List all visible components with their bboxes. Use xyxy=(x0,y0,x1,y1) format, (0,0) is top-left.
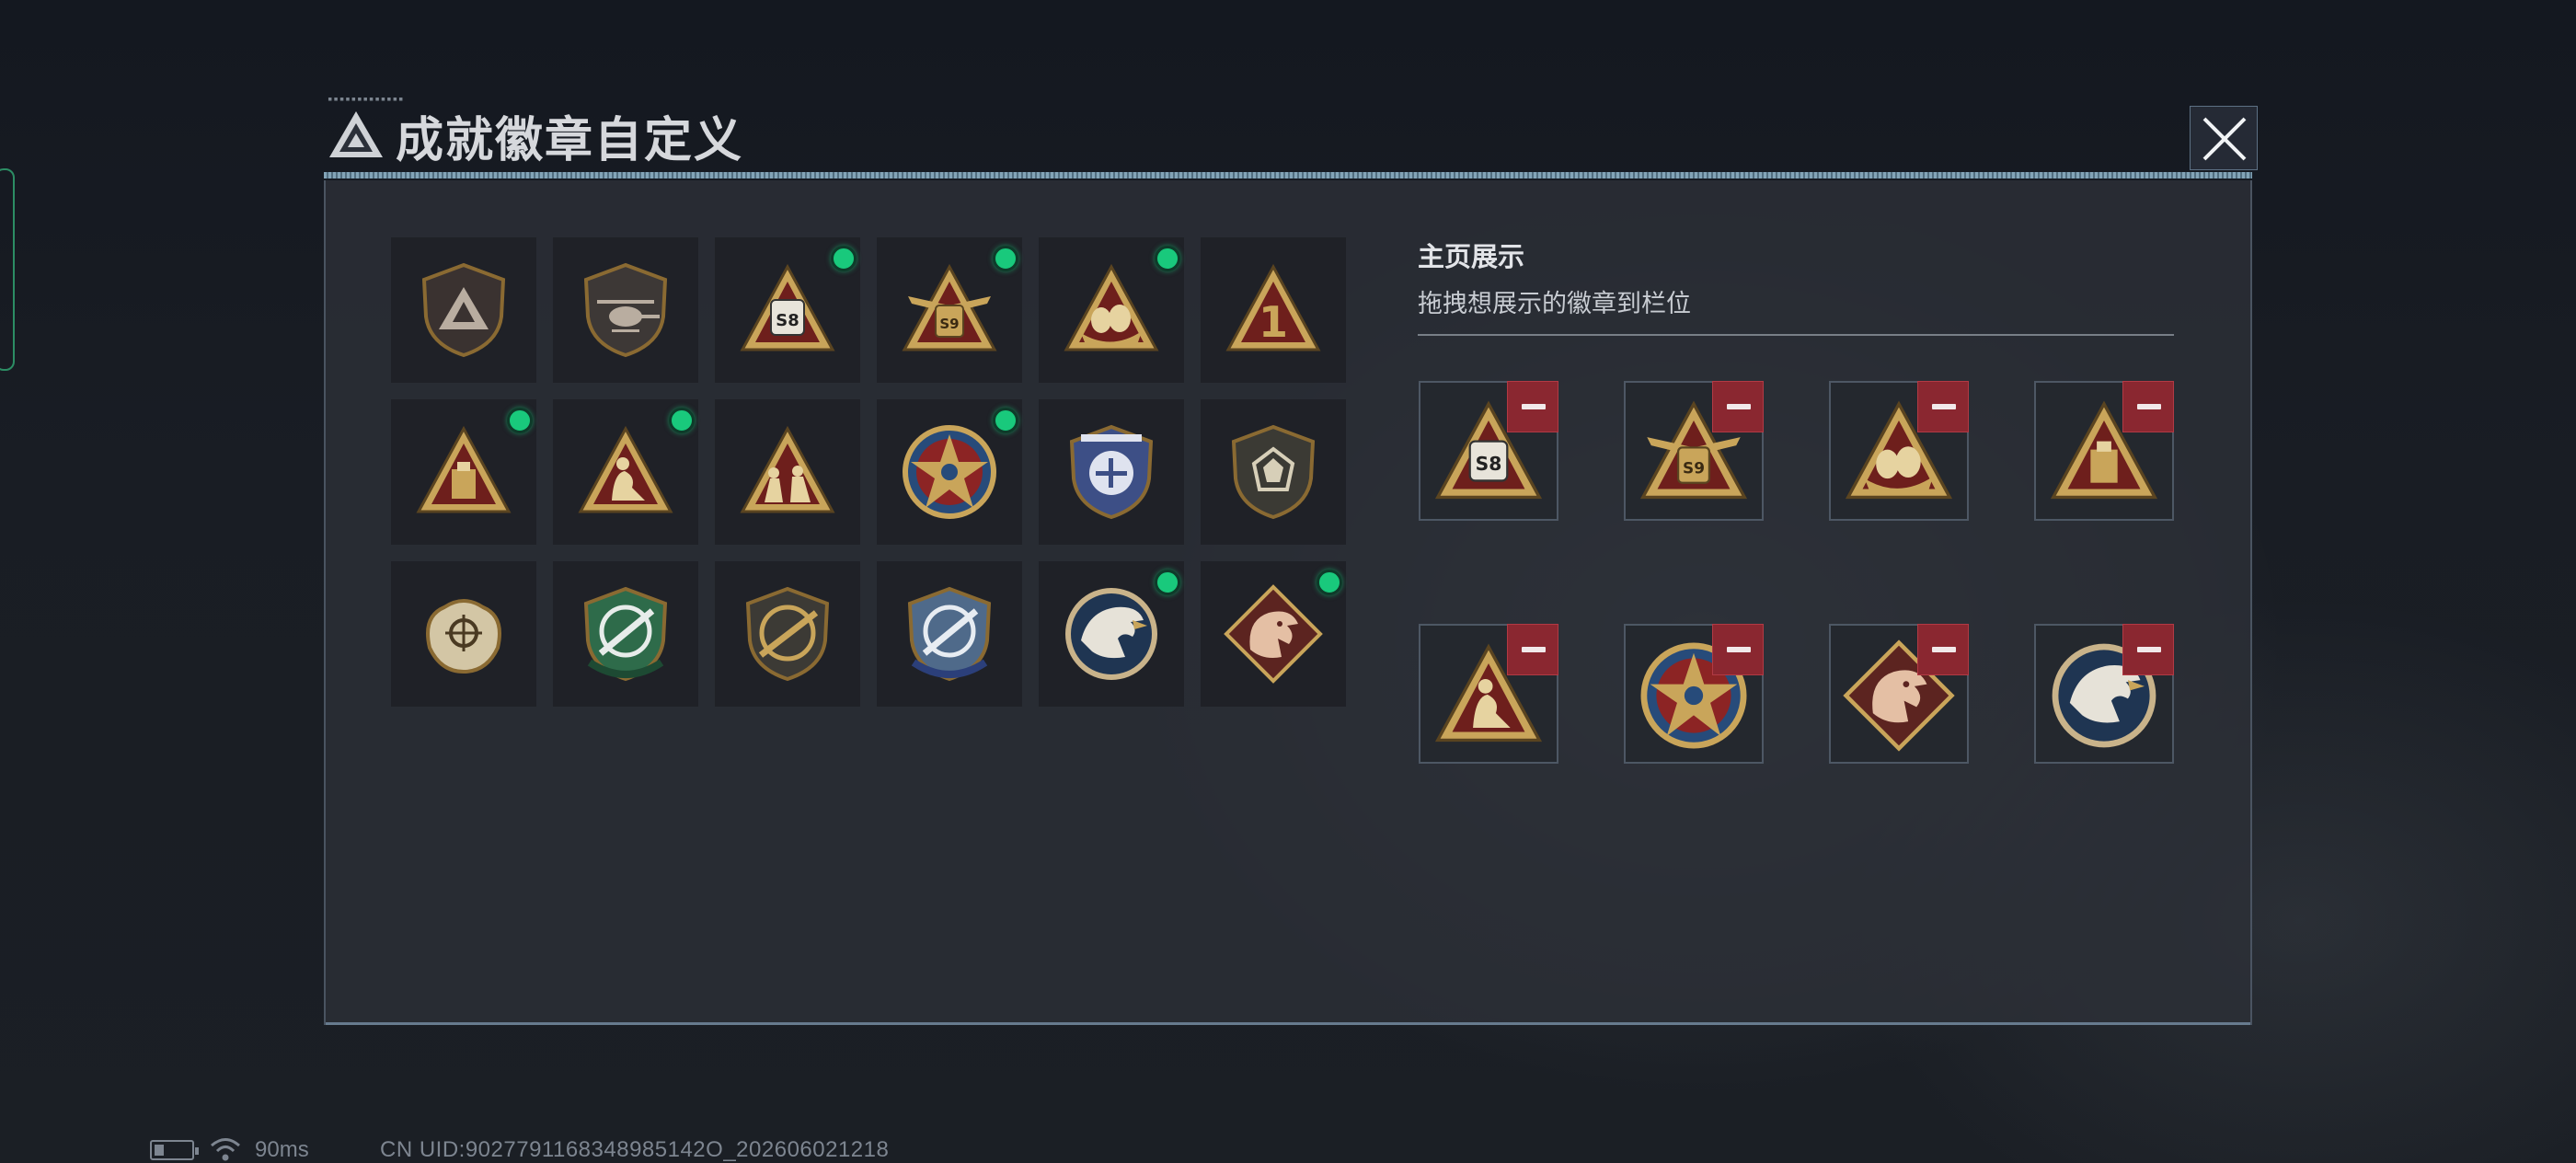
showcase-divider xyxy=(1418,334,2174,336)
badge-tile[interactable] xyxy=(391,399,536,545)
remove-badge-button[interactable] xyxy=(1917,381,1969,432)
kneeling-soldier-triangle-badge-icon xyxy=(578,425,673,513)
blue-rifle-shield-badge-icon xyxy=(907,586,992,682)
showcase-header: 主页展示 拖拽想展示的徽章到栏位 xyxy=(1418,236,2174,336)
showcase-slot[interactable] xyxy=(2034,381,2174,521)
badge-tile[interactable] xyxy=(715,399,860,545)
green-rifle-shield-badge-icon xyxy=(583,586,668,682)
equipped-indicator-icon xyxy=(993,246,1018,271)
showcase-slot[interactable] xyxy=(2034,624,2174,764)
triangle-logo-icon xyxy=(329,111,383,157)
equipped-indicator-icon xyxy=(1155,570,1180,595)
window-title: 成就徽章自定义 xyxy=(396,113,744,168)
showcase-slot[interactable]: S8 xyxy=(1419,381,1558,521)
badge-tile[interactable] xyxy=(1201,561,1346,707)
gem-shield-badge-icon xyxy=(1231,424,1316,520)
svg-text:S8: S8 xyxy=(776,311,799,330)
badge-tile[interactable] xyxy=(877,399,1022,545)
side-edge-tab[interactable] xyxy=(0,168,15,371)
title-decoration: ▪▪▪▪▪▪▪▪▪▪▪▪▪ xyxy=(328,95,405,104)
number-one-triangle-badge-icon: 1 xyxy=(1225,263,1321,351)
svg-text:1: 1 xyxy=(1259,297,1288,347)
showcase-slot[interactable] xyxy=(1419,624,1558,764)
remove-badge-button[interactable] xyxy=(2122,381,2174,432)
player-uid: CN UID:9027791168348985142O_202606021218 xyxy=(380,1137,890,1162)
equipped-indicator-icon xyxy=(993,408,1018,433)
eagle-round-badge-icon xyxy=(1065,588,1157,680)
golden-egg-triangle-badge-icon xyxy=(1064,263,1159,351)
badge-tile[interactable]: S9 xyxy=(877,237,1022,383)
showcase-slot[interactable] xyxy=(1829,381,1969,521)
equipped-indicator-icon xyxy=(507,408,533,433)
close-button[interactable] xyxy=(2190,106,2258,170)
badge-tile[interactable] xyxy=(553,561,698,707)
gold-bar-triangle-badge-icon xyxy=(416,425,512,513)
title-divider xyxy=(324,172,2252,178)
badge-tile[interactable] xyxy=(553,399,698,545)
helicopter-shield-badge-icon xyxy=(583,262,668,358)
crosshair-skull-badge-icon xyxy=(426,599,501,674)
svg-text:S9: S9 xyxy=(939,316,959,332)
badge-tile[interactable] xyxy=(391,237,536,383)
squad-triangle-badge-icon xyxy=(740,425,835,513)
badge-customize-panel: S8 S9 1 主页展示 拖拽想展示的徽章到栏位 S8 S9 xyxy=(324,180,2252,1025)
badge-tile[interactable]: S8 xyxy=(715,237,860,383)
svg-text:S8: S8 xyxy=(1476,453,1502,475)
star-medal-badge-icon xyxy=(903,425,996,519)
battery-icon xyxy=(150,1140,199,1160)
remove-badge-button[interactable] xyxy=(1507,381,1558,432)
showcase-instruction: 拖拽想展示的徽章到栏位 xyxy=(1418,290,1691,318)
badge-tile[interactable] xyxy=(1201,399,1346,545)
pyramid-shield-badge-icon xyxy=(421,262,506,358)
wifi-icon xyxy=(211,1138,240,1161)
remove-badge-button[interactable] xyxy=(1917,624,1969,675)
blue-wing-shield-badge-icon xyxy=(1069,424,1154,520)
showcase-slot[interactable] xyxy=(1829,624,1969,764)
badge-tile[interactable] xyxy=(715,561,860,707)
remove-badge-button[interactable] xyxy=(1712,624,1764,675)
badge-tile[interactable] xyxy=(1039,237,1184,383)
svg-text:S9: S9 xyxy=(1683,459,1705,478)
showcase-slot[interactable]: S9 xyxy=(1624,381,1764,521)
close-icon xyxy=(2202,117,2247,161)
badge-tile[interactable] xyxy=(391,561,536,707)
remove-badge-button[interactable] xyxy=(1507,624,1558,675)
equipped-indicator-icon xyxy=(1155,246,1180,271)
equipped-indicator-icon xyxy=(669,408,695,433)
badge-tile[interactable] xyxy=(1039,561,1184,707)
showcase-title: 主页展示 xyxy=(1418,241,1525,272)
badge-tile[interactable] xyxy=(877,561,1022,707)
badge-tile[interactable] xyxy=(1039,399,1184,545)
showcase-slot[interactable] xyxy=(1624,624,1764,764)
gold-rifle-shield-badge-icon xyxy=(745,586,830,682)
equipped-indicator-icon xyxy=(1317,570,1342,595)
s8-triangle-badge-icon: S8 xyxy=(740,263,835,351)
s9-winged-triangle-badge-icon: S9 xyxy=(902,263,997,351)
remove-badge-button[interactable] xyxy=(2122,624,2174,675)
dragon-diamond-badge-icon xyxy=(1224,584,1323,684)
ping-value: 90ms xyxy=(255,1137,309,1162)
remove-badge-button[interactable] xyxy=(1712,381,1764,432)
badge-tile[interactable] xyxy=(553,237,698,383)
window-title-bar: ▪▪▪▪▪▪▪▪▪▪▪▪▪ 成就徽章自定义 xyxy=(322,92,2252,184)
badge-collection-grid: S8 S9 1 xyxy=(391,237,1346,707)
badge-tile[interactable]: 1 xyxy=(1201,237,1346,383)
equipped-indicator-icon xyxy=(831,246,857,271)
